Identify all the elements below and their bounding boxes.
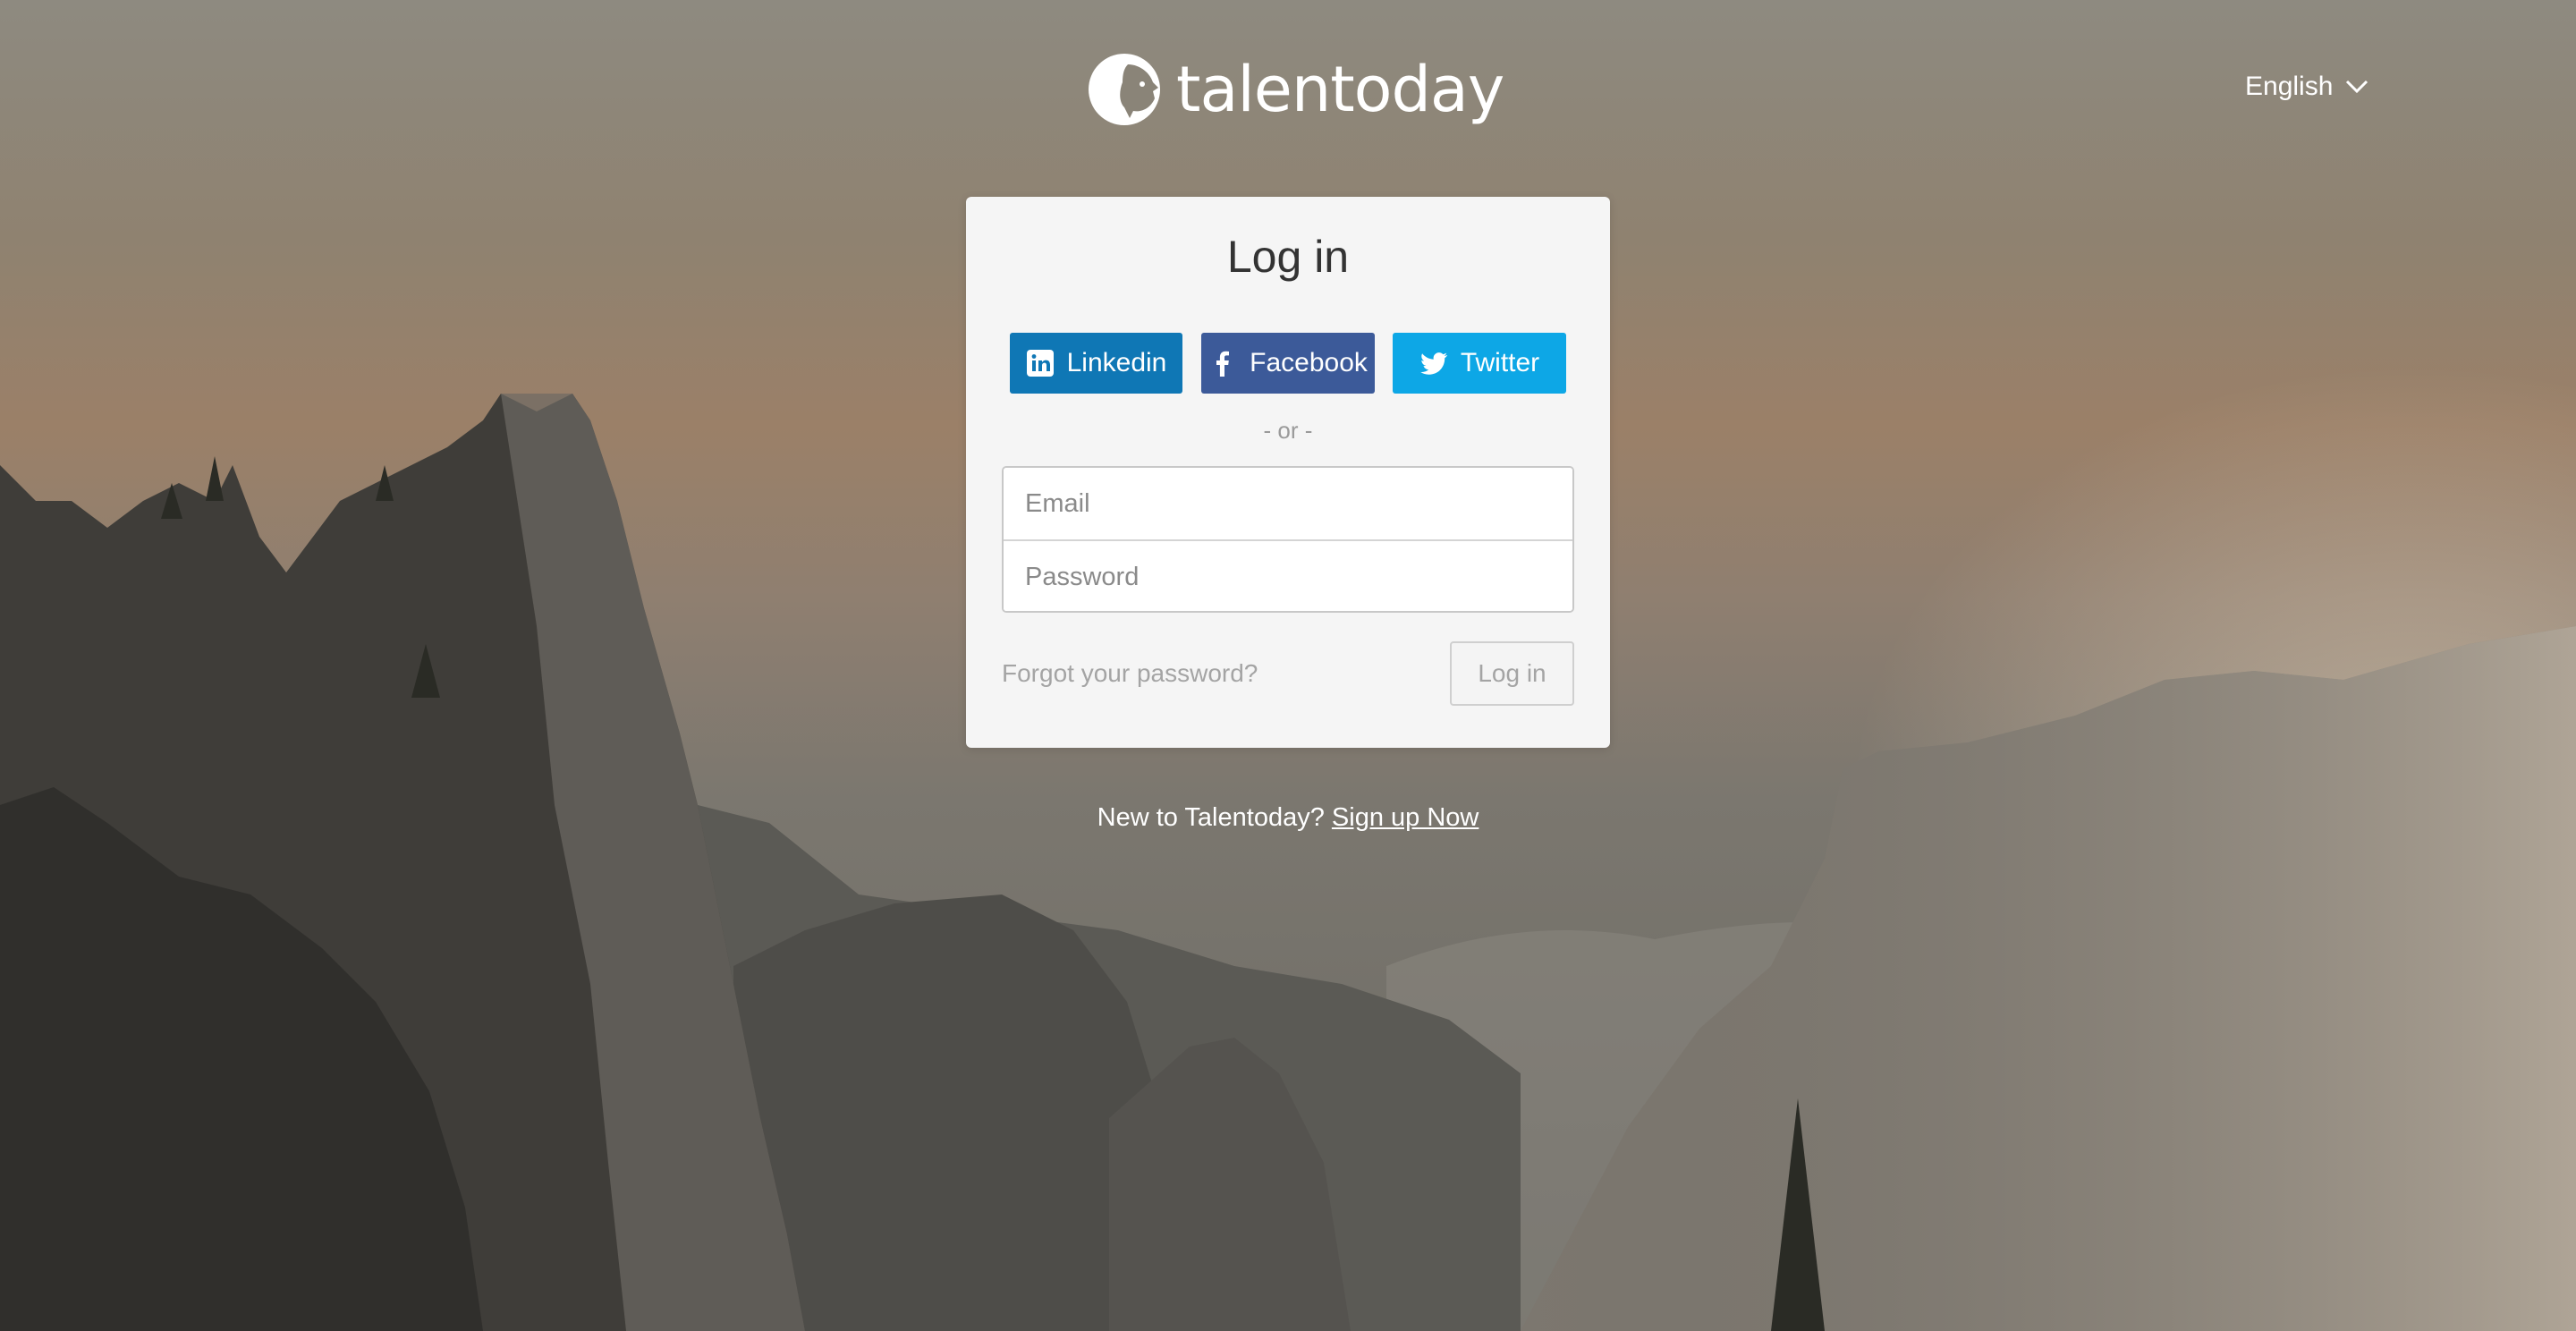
facebook-login-button[interactable]: Facebook	[1201, 333, 1375, 394]
login-button[interactable]: Log in	[1450, 641, 1574, 706]
password-field[interactable]	[1004, 541, 1572, 611]
brand-name: talentoday	[1176, 53, 1504, 126]
login-title: Log in	[1226, 232, 1350, 282]
signup-link[interactable]: Sign up Now	[1332, 803, 1479, 832]
forgot-password-link[interactable]: Forgot your password?	[1002, 659, 1258, 688]
linkedin-label: Linkedin	[1066, 348, 1167, 377]
language-label: English	[2245, 72, 2334, 101]
email-field[interactable]	[1004, 468, 1572, 539]
facebook-label: Facebook	[1250, 348, 1368, 377]
brand-logo[interactable]: talentoday	[1089, 50, 1504, 129]
linkedin-icon	[1026, 350, 1054, 377]
twitter-icon	[1419, 352, 1448, 375]
chevron-down-icon	[2346, 80, 2368, 94]
signup-text: New to Talentoday?	[1097, 803, 1325, 832]
twitter-label: Twitter	[1460, 348, 1540, 377]
linkedin-login-button[interactable]: Linkedin	[1010, 333, 1182, 394]
login-card: Log in Linkedin Facebook Twitter - or - …	[966, 197, 1610, 748]
twitter-login-button[interactable]: Twitter	[1393, 333, 1566, 394]
facebook-icon	[1216, 351, 1230, 377]
language-selector[interactable]: English	[2245, 72, 2368, 102]
credentials-group	[1002, 466, 1574, 613]
lion-head-icon	[1089, 54, 1160, 125]
or-separator: - or -	[1263, 417, 1313, 444]
signup-prompt: New to Talentoday? Sign up Now	[0, 803, 2576, 833]
